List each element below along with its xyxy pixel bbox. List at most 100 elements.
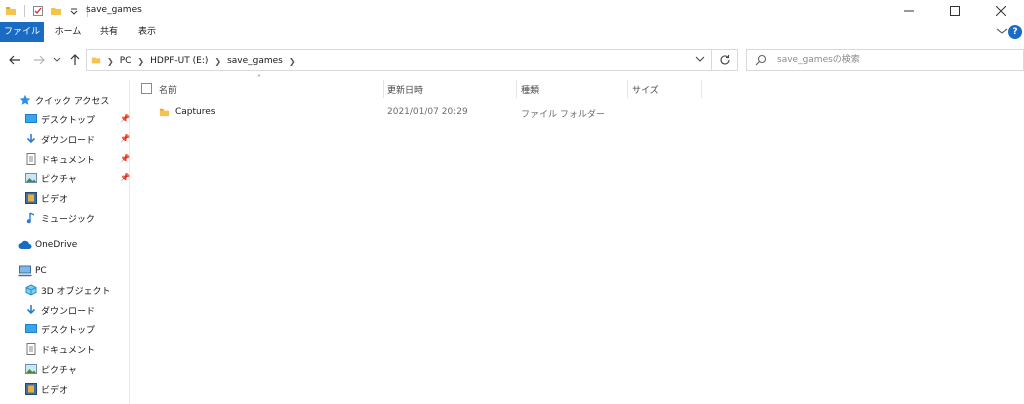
sidebar-item-label: ビデオ	[41, 385, 69, 396]
column-divider[interactable]	[627, 80, 628, 98]
sidebar-item-label: ビデオ	[41, 194, 69, 205]
file-type: ファイル フォルダー	[521, 110, 605, 120]
column-header-type[interactable]: 種類	[521, 80, 627, 98]
sidebar-item-label: ダウンロード	[41, 135, 96, 146]
pin-icon[interactable]: 📌	[120, 134, 130, 143]
breadcrumb-separator-icon[interactable]: ❯	[289, 57, 296, 66]
column-header-name[interactable]: 名前	[159, 80, 381, 98]
sidebar-item-pc-videos[interactable]: ビデオ	[24, 380, 68, 398]
sidebar-item-pc-documents[interactable]: ドキュメント	[24, 340, 95, 358]
forward-arrow-icon	[34, 55, 45, 65]
download-icon	[24, 132, 38, 146]
pin-icon[interactable]: 📌	[120, 114, 130, 123]
sidebar-item-label: ミュージック	[41, 214, 95, 225]
minimize-button[interactable]	[886, 0, 932, 22]
maximize-icon	[950, 6, 960, 16]
sidebar-item-label: ピクチャ	[41, 174, 77, 185]
address-dropdown-icon[interactable]	[695, 55, 705, 66]
tab-file[interactable]: ファイル	[0, 22, 44, 42]
sidebar-item-onedrive[interactable]: OneDrive	[18, 236, 77, 254]
refresh-button[interactable]	[712, 49, 738, 71]
back-arrow-icon	[9, 55, 20, 65]
file-list[interactable]: ˄ 名前 更新日時 種類 サイズ Captures 2021/01/07 20:…	[131, 74, 1024, 404]
sidebar-item-pc[interactable]: PC	[18, 262, 47, 280]
download-icon	[24, 303, 38, 317]
sidebar-item-pc-pictures[interactable]: ピクチャ	[24, 360, 77, 378]
maximize-button[interactable]	[932, 0, 978, 22]
file-name[interactable]: Captures	[175, 107, 215, 117]
sidebar-item-quick-access[interactable]: クイック アクセス	[18, 91, 109, 109]
up-arrow-icon	[70, 54, 80, 65]
search-input[interactable]	[777, 53, 1007, 67]
pin-icon[interactable]: 📌	[120, 173, 130, 182]
sidebar-item-3d-objects[interactable]: 3D オブジェクト	[24, 281, 111, 299]
tab-share[interactable]: 共有	[92, 22, 126, 42]
column-divider[interactable]	[701, 80, 702, 98]
sidebar-item-label: デスクトップ	[41, 325, 96, 336]
breadcrumb-save-games[interactable]: save_games	[227, 56, 283, 66]
document-icon	[24, 152, 38, 166]
window-title: save_games	[86, 5, 142, 15]
navigation-pane[interactable]: クイック アクセス デスクトップ 📌 ダウンロード 📌 ドキュメント 📌 ピクチ…	[0, 80, 130, 404]
tab-home[interactable]: ホーム	[48, 22, 88, 42]
recent-locations-button[interactable]	[50, 52, 64, 68]
minimize-icon	[904, 10, 914, 12]
properties-icon[interactable]	[31, 4, 45, 18]
pin-icon[interactable]: 📌	[120, 154, 130, 163]
breadcrumb-pc[interactable]: PC	[120, 56, 132, 66]
video-icon	[24, 191, 38, 205]
tab-view[interactable]: 表示	[130, 22, 164, 42]
close-button[interactable]	[978, 0, 1024, 22]
breadcrumb-drive[interactable]: HDPF-UT (E:)	[150, 56, 208, 66]
customize-toolbar-icon[interactable]	[67, 4, 81, 18]
sidebar-item-label: クイック アクセス	[35, 96, 110, 107]
help-icon[interactable]: ?	[1008, 25, 1022, 39]
search-box[interactable]	[746, 49, 1024, 71]
address-bar[interactable]: ❯ PC ❯ HDPF-UT (E:) ❯ save_games ❯	[86, 49, 712, 71]
ribbon-tabs: ファイル ホーム 共有 表示 ?	[0, 22, 1024, 42]
sidebar-item-documents[interactable]: ドキュメント 📌	[24, 150, 130, 168]
sidebar-item-videos[interactable]: ビデオ	[24, 189, 68, 207]
desktop-icon	[24, 322, 38, 336]
column-divider[interactable]	[516, 80, 517, 98]
star-icon	[18, 93, 32, 107]
toolbar-divider	[24, 5, 25, 17]
computer-icon	[18, 264, 32, 278]
sidebar-item-pc-desktop[interactable]: デスクトップ	[24, 320, 95, 338]
new-folder-icon[interactable]	[49, 4, 63, 18]
window-controls	[886, 0, 1024, 22]
column-header-modified[interactable]: 更新日時	[387, 80, 515, 98]
sidebar-item-downloads[interactable]: ダウンロード 📌	[24, 130, 130, 148]
up-button[interactable]	[68, 52, 82, 68]
back-button[interactable]	[8, 52, 22, 68]
breadcrumb-separator-icon[interactable]: ❯	[137, 57, 144, 66]
sidebar-item-pictures[interactable]: ピクチャ 📌	[24, 169, 130, 187]
sidebar-item-pc-downloads[interactable]: ダウンロード	[24, 301, 95, 319]
sidebar-item-label: PC	[35, 266, 47, 276]
sidebar-item-label: OneDrive	[35, 240, 78, 250]
folder-icon	[159, 107, 170, 121]
cloud-icon	[18, 238, 32, 252]
refresh-icon	[719, 55, 730, 65]
forward-button[interactable]	[32, 52, 46, 68]
breadcrumb-separator-icon[interactable]: ❯	[214, 57, 221, 66]
column-header-size[interactable]: サイズ	[632, 80, 698, 98]
desktop-icon	[24, 112, 38, 126]
sidebar-item-label: 3D オブジェクト	[41, 286, 111, 297]
select-all-checkbox[interactable]	[141, 83, 152, 94]
music-icon	[24, 211, 38, 225]
sidebar-item-label: ドキュメント	[41, 155, 96, 166]
navigation-bar: ❯ PC ❯ HDPF-UT (E:) ❯ save_games ❯	[0, 46, 1024, 74]
sidebar-item-desktop[interactable]: デスクトップ 📌	[24, 110, 130, 128]
picture-icon	[24, 171, 38, 185]
sidebar-item-label: ダウンロード	[41, 306, 96, 317]
ribbon-expand-chevron-icon[interactable]	[996, 26, 1008, 39]
sidebar-item-music[interactable]: ミュージック	[24, 209, 95, 227]
sidebar-item-label: ピクチャ	[41, 365, 77, 376]
file-modified: 2021/01/07 20:29	[387, 107, 468, 117]
sidebar-item-label: デスクトップ	[41, 115, 96, 126]
breadcrumb-separator-icon[interactable]: ❯	[107, 57, 114, 66]
chevron-down-icon	[53, 57, 61, 62]
column-divider[interactable]	[383, 80, 384, 98]
table-row[interactable]: Captures 2021/01/07 20:29 ファイル フォルダー	[153, 105, 633, 123]
